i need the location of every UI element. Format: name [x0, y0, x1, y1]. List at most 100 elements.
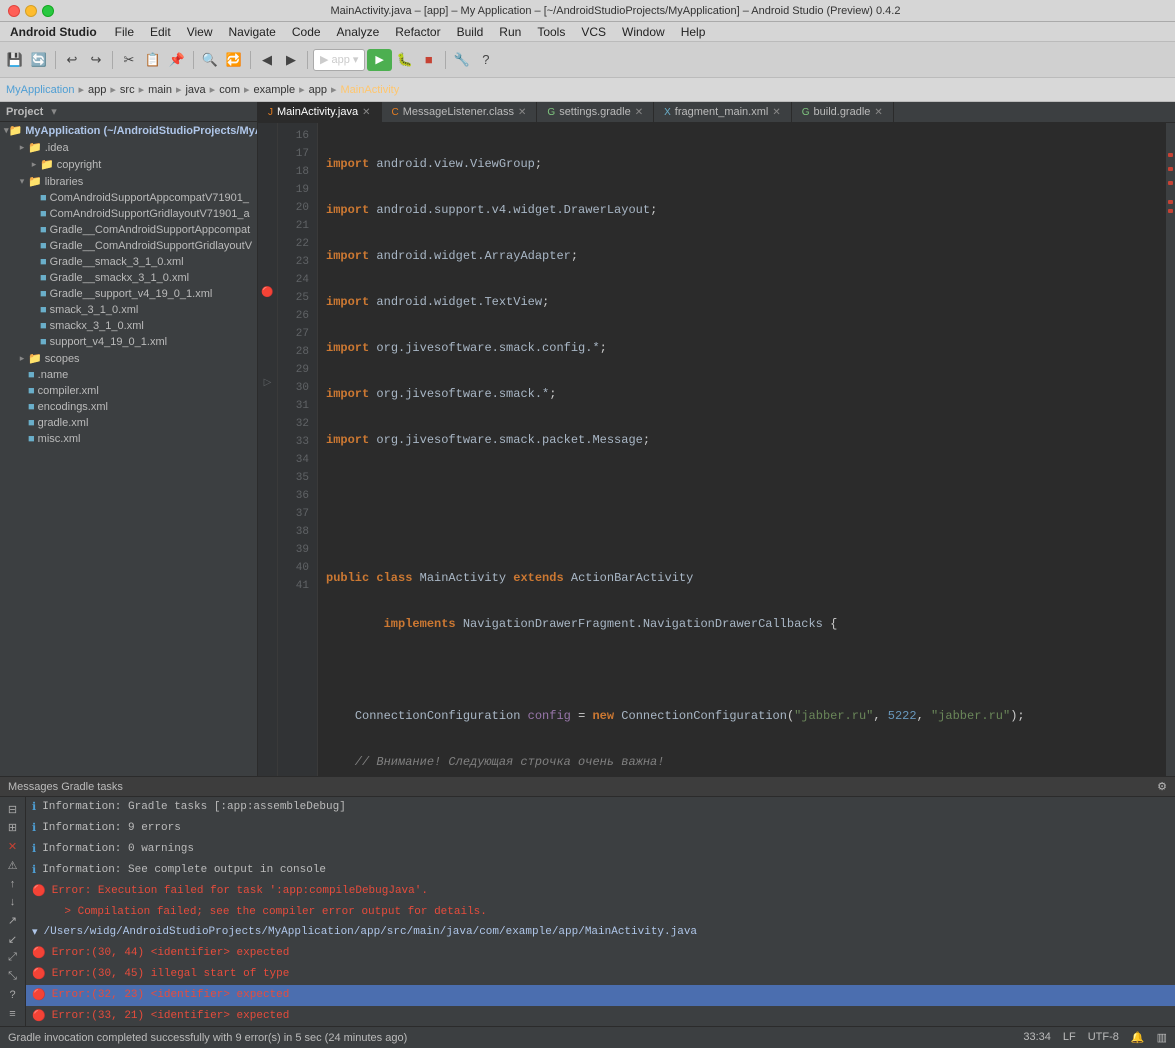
minimize-button[interactable]	[25, 5, 37, 17]
tree-lib7[interactable]: ■ Gradle__support_v4_19_0_1.xml	[0, 286, 257, 302]
nav-src[interactable]: src	[120, 84, 135, 96]
undo-button[interactable]: ↩	[61, 49, 83, 71]
msg-line-path[interactable]: ▾ /Users/widg/AndroidStudioProjects/MyAp…	[26, 922, 1175, 943]
menu-run[interactable]: Run	[491, 25, 529, 39]
stop-button[interactable]: ■	[418, 49, 440, 71]
tree-name[interactable]: ■ .name	[0, 367, 257, 383]
tree-lib9[interactable]: ■ smackx_3_1_0.xml	[0, 318, 257, 334]
menu-view[interactable]: View	[179, 25, 221, 39]
tree-lib4[interactable]: ■ Gradle__ComAndroidSupportGridlayoutV	[0, 238, 257, 254]
code-content[interactable]: import android.view.ViewGroup; import an…	[318, 123, 1165, 776]
tree-gradle-xml[interactable]: ■ gradle.xml	[0, 415, 257, 431]
msg-collapse-button[interactable]: ⤡	[4, 968, 22, 985]
traffic-lights[interactable]	[8, 5, 54, 17]
msg-up-button[interactable]: ↑	[4, 875, 22, 892]
notification-icon[interactable]: 🔔	[1131, 1031, 1145, 1044]
nav-myapplication[interactable]: MyApplication	[6, 84, 74, 96]
paste-button[interactable]: 📌	[166, 49, 188, 71]
tree-lib5[interactable]: ■ Gradle__smack_3_1_0.xml	[0, 254, 257, 270]
menu-navigate[interactable]: Navigate	[220, 25, 283, 39]
msg-line-e1[interactable]: 🔴 Error:(30, 44) <identifier> expected	[26, 943, 1175, 964]
tree-lib2[interactable]: ■ ComAndroidSupportGridlayoutV71901_a	[0, 206, 257, 222]
app-name[interactable]: Android Studio	[4, 25, 103, 39]
tab-fragment-main[interactable]: X fragment_main.xml ✕	[654, 102, 792, 122]
nav-com[interactable]: com	[219, 84, 240, 96]
replace-button[interactable]: 🔁	[223, 49, 245, 71]
msg-export-button[interactable]: ↗	[4, 912, 22, 929]
encoding-label[interactable]: UTF-8	[1088, 1031, 1119, 1044]
msg-filter-button[interactable]: ⊟	[4, 801, 22, 818]
debug-button[interactable]: 🐛	[394, 49, 416, 71]
tab-mainactivity[interactable]: J MainActivity.java ✕	[258, 102, 382, 122]
messages-gear-icon[interactable]: ⚙	[1157, 780, 1167, 793]
nav-app[interactable]: app	[88, 84, 106, 96]
copy-button[interactable]: 📋	[142, 49, 164, 71]
menu-code[interactable]: Code	[284, 25, 329, 39]
tree-scopes[interactable]: ▸ 📁 scopes	[0, 350, 257, 367]
sync-button[interactable]: 🔄	[28, 49, 50, 71]
tree-lib1[interactable]: ■ ComAndroidSupportAppcompatV71901_	[0, 190, 257, 206]
menu-window[interactable]: Window	[614, 25, 673, 39]
tree-encodings[interactable]: ■ encodings.xml	[0, 399, 257, 415]
menu-refactor[interactable]: Refactor	[387, 25, 448, 39]
msg-down-button[interactable]: ↓	[4, 894, 22, 911]
back-button[interactable]: ◀	[256, 49, 278, 71]
msg-line-4[interactable]: 🔴 Error: Execution failed for task ':app…	[26, 881, 1175, 902]
tree-lib3[interactable]: ■ Gradle__ComAndroidSupportAppcompat	[0, 222, 257, 238]
tab-build-gradle[interactable]: G build.gradle ✕	[792, 102, 894, 122]
menu-vcs[interactable]: VCS	[573, 25, 614, 39]
tree-lib10[interactable]: ■ support_v4_19_0_1.xml	[0, 334, 257, 350]
msg-list-button[interactable]: ≡	[4, 1005, 22, 1022]
tab-messagelistener[interactable]: C MessageListener.class ✕	[382, 102, 538, 122]
msg-expand-button[interactable]: ⊞	[4, 820, 22, 837]
sidebar-dropdown-icon[interactable]: ▾	[51, 105, 57, 118]
msg-line-2[interactable]: ℹ Information: 0 warnings	[26, 839, 1175, 860]
tree-root[interactable]: ▾ 📁 MyApplication (~/AndroidStudioProjec…	[0, 122, 257, 139]
close-button[interactable]	[8, 5, 20, 17]
menu-file[interactable]: File	[107, 25, 142, 39]
tab-close-settings-gradle[interactable]: ✕	[635, 107, 643, 118]
msg-line-e4[interactable]: 🔴 Error:(33, 21) <identifier> expected	[26, 1006, 1175, 1026]
tab-close-build-gradle[interactable]: ✕	[874, 107, 882, 118]
tab-close-fragment-main[interactable]: ✕	[772, 107, 780, 118]
msg-warning-button[interactable]: ⚠	[4, 857, 22, 874]
tree-lib8[interactable]: ■ smack_3_1_0.xml	[0, 302, 257, 318]
help-button[interactable]: ?	[475, 49, 497, 71]
menu-help[interactable]: Help	[673, 25, 714, 39]
tree-copyright[interactable]: ▸ 📁 copyright	[0, 156, 257, 173]
save-all-button[interactable]: 💾	[4, 49, 26, 71]
code-editor[interactable]: 🔴 ▷ 16 17 1	[258, 123, 1175, 776]
msg-line-e2[interactable]: 🔴 Error:(30, 45) illegal start of type	[26, 964, 1175, 985]
gradle-sync-button[interactable]: 🔧	[451, 49, 473, 71]
msg-line-0[interactable]: ℹ Information: Gradle tasks [:app:assemb…	[26, 797, 1175, 818]
tree-lib6[interactable]: ■ Gradle__smackx_3_1_0.xml	[0, 270, 257, 286]
line-separator[interactable]: LF	[1063, 1031, 1076, 1044]
nav-main[interactable]: main	[148, 84, 172, 96]
msg-line-5[interactable]: > Compilation failed; see the compiler e…	[26, 902, 1175, 922]
app-selector[interactable]: ▶ app ▾	[313, 49, 365, 71]
maximize-button[interactable]	[42, 5, 54, 17]
msg-line-3[interactable]: ℹ Information: See complete output in co…	[26, 860, 1175, 881]
tab-close-messagelistener[interactable]: ✕	[518, 107, 526, 118]
msg-close-button[interactable]: ✕	[4, 838, 22, 855]
menu-tools[interactable]: Tools	[529, 25, 573, 39]
cursor-position[interactable]: 33:34	[1023, 1031, 1051, 1044]
msg-import-button[interactable]: ↙	[4, 931, 22, 948]
messages-content[interactable]: ℹ Information: Gradle tasks [:app:assemb…	[26, 797, 1175, 1026]
tree-libraries[interactable]: ▾ 📁 libraries	[0, 173, 257, 190]
tree-idea[interactable]: ▸ 📁 .idea	[0, 139, 257, 156]
forward-button[interactable]: ▶	[280, 49, 302, 71]
nav-java[interactable]: java	[185, 84, 205, 96]
run-button[interactable]: ▶	[367, 49, 391, 71]
tree-compiler[interactable]: ■ compiler.xml	[0, 383, 257, 399]
redo-button[interactable]: ↪	[85, 49, 107, 71]
nav-example[interactable]: example	[254, 84, 296, 96]
tree-misc[interactable]: ■ misc.xml	[0, 431, 257, 447]
nav-mainactivity[interactable]: MainActivity	[341, 84, 400, 96]
cut-button[interactable]: ✂	[118, 49, 140, 71]
msg-line-1[interactable]: ℹ Information: 9 errors	[26, 818, 1175, 839]
tab-settings-gradle[interactable]: G settings.gradle ✕	[537, 102, 654, 122]
menu-edit[interactable]: Edit	[142, 25, 179, 39]
menu-build[interactable]: Build	[449, 25, 492, 39]
tab-close-mainactivity[interactable]: ✕	[362, 107, 370, 118]
